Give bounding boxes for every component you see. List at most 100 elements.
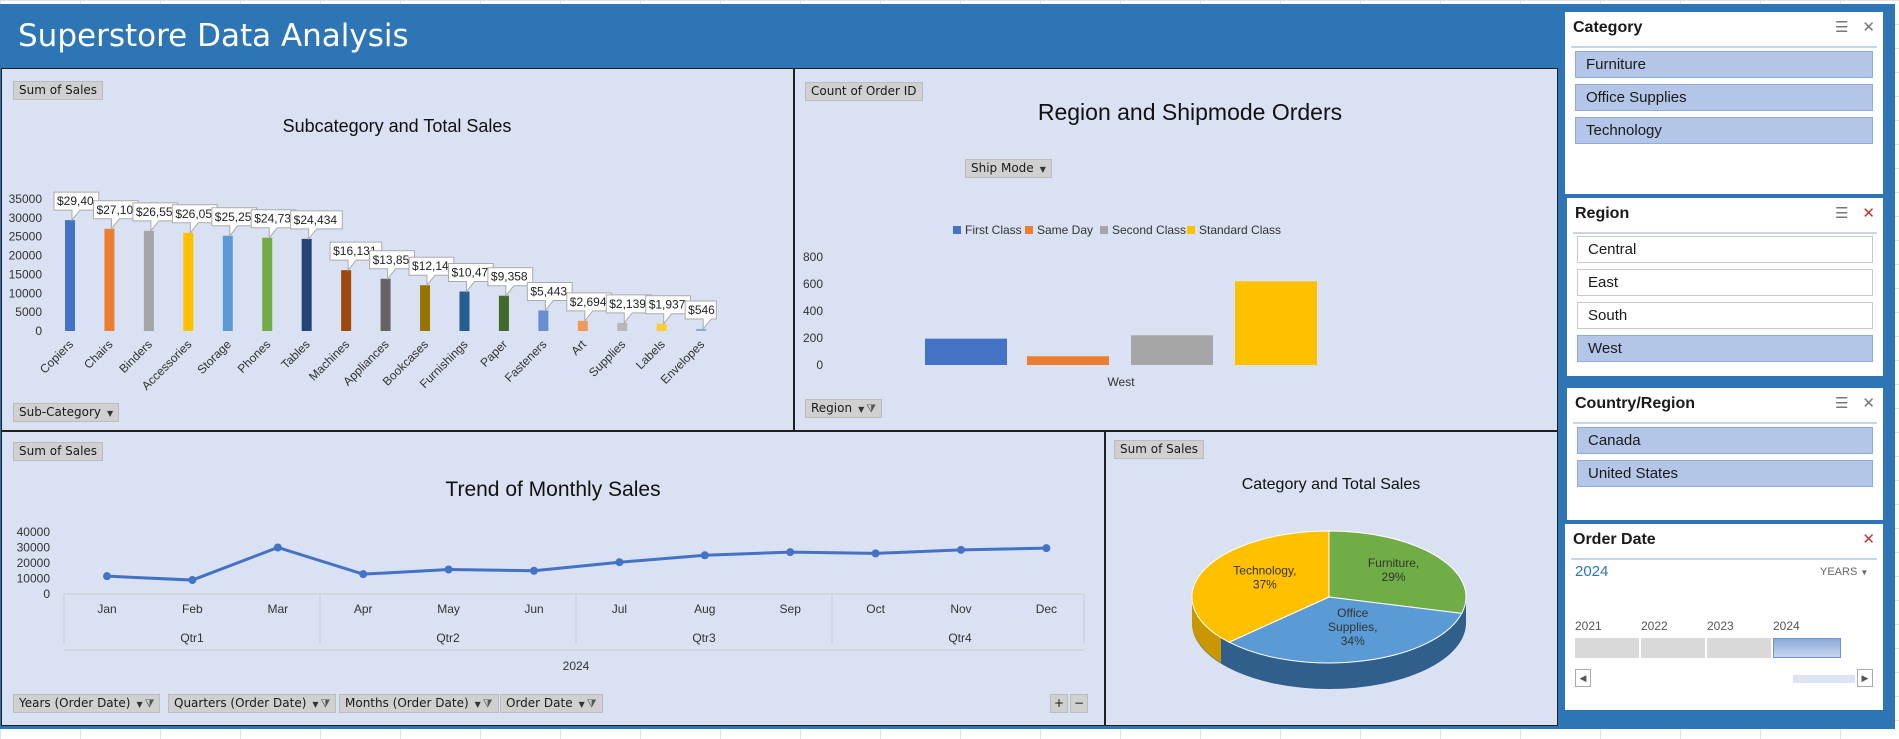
data-label: $9,358 <box>491 270 528 284</box>
order-date-field-button[interactable]: Order Date ▼ ⧩ <box>500 694 603 713</box>
y-tick-label: 30000 <box>17 541 51 555</box>
bar <box>143 230 154 331</box>
x-tick-label: Tables <box>278 337 312 371</box>
country-region-slicer[interactable]: Country/Region ☰ ✕ Canada United States <box>1565 386 1885 522</box>
slicer-item-canada[interactable]: Canada <box>1577 427 1873 454</box>
timeline-cell-2021[interactable] <box>1575 638 1641 658</box>
sum-of-sales-field-button[interactable]: Sum of Sales <box>1114 440 1205 459</box>
dropdown-arrow-icon: ▼ <box>474 700 481 709</box>
ship-mode-field-button[interactable]: Ship Mode ▼ <box>965 159 1052 178</box>
order-date-timeline[interactable]: Order Date ✕ 2024 YEARS ▼ 2021 2022 2023… <box>1563 522 1885 712</box>
clear-filter-icon[interactable]: ✕ <box>1862 205 1875 222</box>
line-point <box>188 576 197 585</box>
sum-of-sales-field-button[interactable]: Sum of Sales <box>13 81 104 100</box>
bar <box>380 278 391 331</box>
y-tick-label: 200 <box>803 331 823 345</box>
timeline-scroll-left-icon[interactable]: ◀ <box>1575 669 1591 687</box>
sum-of-sales-field-button[interactable]: Sum of Sales <box>13 442 104 461</box>
clear-filter-icon[interactable]: ✕ <box>1862 395 1875 412</box>
category-chart-panel[interactable]: Sum of Sales Category and Total Sales Fu… <box>1105 431 1558 726</box>
region-slicer[interactable]: Region ☰ ✕ Central East South West <box>1565 196 1885 378</box>
multi-select-icon[interactable]: ☰ <box>1835 19 1848 36</box>
dashboard-title: Superstore Data Analysis <box>18 18 409 54</box>
legend-label: Second Class <box>1112 223 1186 237</box>
years-order-date-field-button[interactable]: Years (Order Date) ▼ ⧩ <box>13 694 161 713</box>
slicer-item-technology[interactable]: Technology <box>1575 117 1873 144</box>
slicer-header: Country/Region <box>1575 395 1695 412</box>
expand-field-button[interactable]: + <box>1050 694 1068 713</box>
data-label: $5,443 <box>530 284 567 298</box>
x-tick-label: Copiers <box>37 337 76 376</box>
bar <box>262 237 273 331</box>
x-tick-label: Binders <box>116 337 155 376</box>
legend-label: Same Day <box>1037 223 1093 237</box>
data-label: $10,47 <box>451 266 488 280</box>
y-tick-label: 800 <box>803 250 823 264</box>
data-label: $26,05 <box>175 207 212 221</box>
clear-filter-icon[interactable]: ✕ <box>1862 19 1875 36</box>
slicer-divider <box>1573 422 1877 424</box>
bar <box>617 322 628 331</box>
slicer-item-east[interactable]: East <box>1577 269 1873 296</box>
multi-select-icon[interactable]: ☰ <box>1835 395 1848 412</box>
line-point <box>871 549 880 558</box>
line-point <box>359 570 368 579</box>
line-point <box>103 572 111 581</box>
data-label: $12,14 <box>412 259 449 273</box>
y-tick-label: 25000 <box>9 230 43 244</box>
timeline-selected-year: 2024 <box>1575 563 1609 580</box>
legend-swatch <box>1025 226 1033 234</box>
quarters-order-date-field-button[interactable]: Quarters (Order Date) ▼ ⧩ <box>168 694 337 713</box>
trend-chart-panel[interactable]: Sum of Sales Trend of Monthly Sales 0 100… <box>1 431 1105 726</box>
pie-data-label: Office <box>1337 606 1368 620</box>
slicer-item-central[interactable]: Central <box>1577 236 1873 263</box>
bar <box>183 232 194 331</box>
y-tick-label: 10000 <box>17 572 51 586</box>
slicer-item-united-states[interactable]: United States <box>1577 460 1873 487</box>
slicer-item-furniture[interactable]: Furniture <box>1575 51 1873 78</box>
timeline-cell-2022[interactable] <box>1641 638 1707 658</box>
sub-category-field-button[interactable]: Sub-Category ▼ <box>13 403 120 422</box>
region-chart-title: Region and Shipmode Orders <box>1037 99 1343 125</box>
timeline-scroll-right-icon[interactable]: ▶ <box>1857 669 1873 687</box>
x-tick-label: Labels <box>633 337 668 372</box>
dropdown-arrow-icon: ▼ <box>1860 568 1869 577</box>
x-tick-label: Jun <box>524 602 543 616</box>
collapse-field-button[interactable]: − <box>1070 694 1088 713</box>
pie-data-label: 37% <box>1253 578 1277 592</box>
data-label: $546 <box>688 303 715 317</box>
line-point <box>273 543 282 552</box>
x-tick-label: Jul <box>612 602 627 616</box>
x-tick-label: Oct <box>866 602 885 616</box>
slicer-item-west[interactable]: West <box>1577 335 1873 362</box>
filter-icon: ⧩ <box>320 697 331 710</box>
subcategory-chart-panel[interactable]: Sum of Sales Subcategory and Total Sales… <box>1 68 794 431</box>
bar <box>1235 281 1317 365</box>
region-chart-panel[interactable]: Count of Order ID Region and Shipmode Or… <box>794 68 1558 431</box>
category-chart-title: Category and Total Sales <box>1241 476 1421 493</box>
line-point <box>700 551 709 560</box>
filter-icon: ⧩ <box>866 402 877 415</box>
months-order-date-field-button[interactable]: Months (Order Date) ▼ ⧩ <box>339 694 499 713</box>
timeline-cell-2024[interactable] <box>1773 638 1841 658</box>
timeline-year-label: 2023 <box>1707 619 1734 633</box>
region-field-button[interactable]: Region ▼ ⧩ <box>805 399 883 418</box>
slicer-item-office-supplies[interactable]: Office Supplies <box>1575 84 1873 111</box>
bar <box>1027 356 1109 365</box>
monthly-sales-line-chart: 010000 2000030000 40000 Jan Feb Mar Apr May Jun J… <box>17 525 1085 673</box>
slicer-item-south[interactable]: South <box>1577 302 1873 329</box>
line-point <box>530 566 538 575</box>
y-tick-label: 0 <box>35 324 42 338</box>
x-tick-label: Jan <box>97 602 116 616</box>
multi-select-icon[interactable]: ☰ <box>1835 205 1848 222</box>
timeline-scrollbar[interactable] <box>1793 675 1855 683</box>
timeline-level-dropdown[interactable]: YEARS ▼ <box>1820 566 1868 578</box>
subcategory-bar-chart: 0 5000 10000 15000 20000 25000 30000 35000 Copie… <box>9 191 717 393</box>
filter-icon: ⧩ <box>144 697 155 710</box>
y-tick-label: 0 <box>816 358 823 372</box>
dropdown-arrow-icon: ▼ <box>578 700 585 709</box>
dashboard-title-bar: Superstore Data Analysis <box>0 4 1562 68</box>
timeline-cell-2023[interactable] <box>1707 638 1773 658</box>
clear-filter-icon[interactable]: ✕ <box>1862 531 1875 548</box>
category-slicer[interactable]: Category ☰ ✕ Furniture Office Supplies Te… <box>1563 10 1885 196</box>
